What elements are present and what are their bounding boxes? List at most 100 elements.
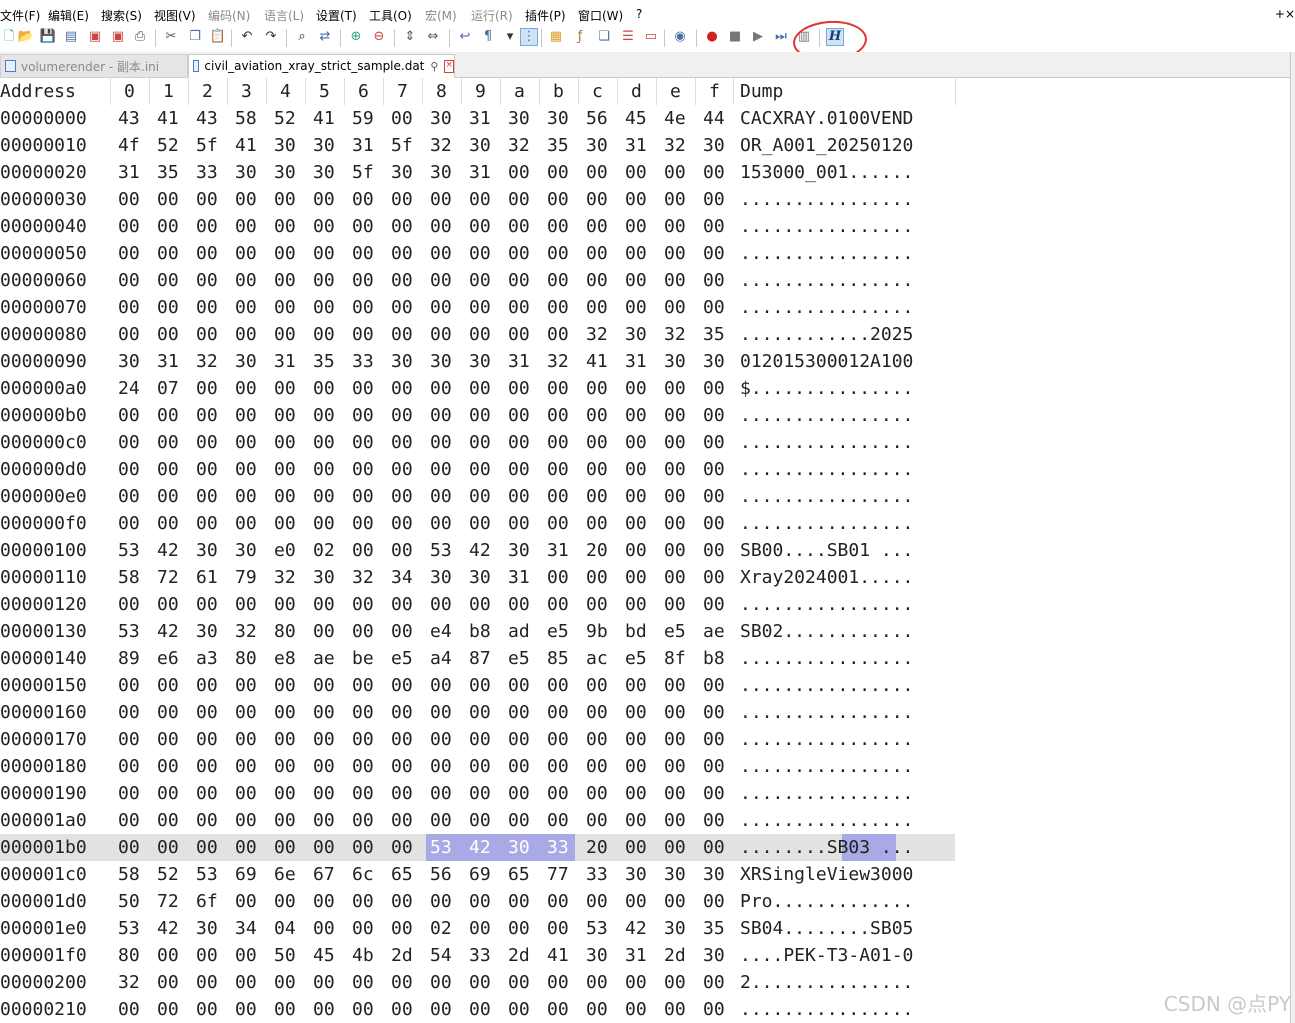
hex-byte[interactable]: 00 [664,675,686,697]
hex-byte[interactable]: 00 [118,999,140,1021]
hex-byte[interactable]: 00 [430,405,452,427]
hex-byte[interactable]: 00 [508,459,530,481]
hex-byte[interactable]: 41 [313,108,335,130]
row-dump[interactable]: Pro............. [740,891,913,913]
hex-byte[interactable]: 00 [391,891,413,913]
hex-byte[interactable]: 00 [352,432,374,454]
hex-byte[interactable]: 00 [352,783,374,805]
hex-byte[interactable]: 00 [157,594,179,616]
hex-byte[interactable]: 00 [586,486,608,508]
hex-byte[interactable]: 00 [235,675,257,697]
hex-byte[interactable]: 4b [352,945,374,967]
hex-byte[interactable]: 00 [703,297,725,319]
hex-byte[interactable]: 00 [547,378,569,400]
hex-byte[interactable]: 00 [235,189,257,211]
hex-byte[interactable]: 00 [313,837,335,859]
hex-byte[interactable]: 00 [664,999,686,1021]
hex-byte[interactable]: e5 [391,648,413,670]
hex-byte[interactable]: 00 [547,243,569,265]
hex-byte[interactable]: 00 [196,297,218,319]
hex-row[interactable]: 00000060 00 00 00 00 00 00 00 00 00 00 00 00 00 00 00 00… [0,267,955,294]
hex-byte[interactable]: 00 [352,756,374,778]
hex-byte[interactable]: 00 [703,162,725,184]
copy-button[interactable]: ❐ [186,28,204,46]
find-button[interactable]: ⌕ [293,28,311,46]
doc-map-button[interactable]: ▦ [547,28,565,46]
hex-byte[interactable]: 24 [118,378,140,400]
hex-byte[interactable]: 00 [274,702,296,724]
hex-row[interactable]: 00000010 4f 52 5f 41 30 30 31 5f 32 30 32 35 30 31 32 30… [0,132,955,159]
row-dump[interactable]: SB00....SB01 ... [740,540,913,562]
hex-byte[interactable]: 00 [235,756,257,778]
hex-byte[interactable]: 00 [469,297,491,319]
hex-byte[interactable]: 00 [703,459,725,481]
hex-byte[interactable]: 00 [157,270,179,292]
hex-byte[interactable]: 00 [352,918,374,940]
hex-byte[interactable]: 00 [625,729,647,751]
hex-byte[interactable]: 00 [157,837,179,859]
hex-byte[interactable]: 00 [430,702,452,724]
hex-byte[interactable]: 50 [118,891,140,913]
hex-byte[interactable]: 00 [313,999,335,1021]
hex-row[interactable]: 000001b0 00 00 00 00 00 00 00 00 53 42 30 33 20 00 00 00… [0,834,955,861]
row-dump[interactable]: ................ [740,486,913,508]
menu-item[interactable]: 语言(L) [264,7,304,24]
hex-byte[interactable]: 77 [547,864,569,886]
hex-byte[interactable]: 00 [547,594,569,616]
close-button[interactable]: ▣ [86,28,104,46]
menu-item[interactable]: ? [636,7,642,21]
save-all-button[interactable]: ▤ [62,28,80,46]
hex-byte[interactable]: 00 [196,702,218,724]
hex-byte[interactable]: 30 [430,567,452,589]
hex-byte[interactable]: 00 [508,999,530,1021]
hex-byte[interactable]: 00 [352,243,374,265]
hex-byte[interactable]: 00 [430,891,452,913]
hex-byte[interactable]: 30 [196,540,218,562]
hex-byte[interactable]: a4 [430,648,452,670]
hex-byte[interactable]: 00 [625,891,647,913]
hex-byte[interactable]: 00 [625,972,647,994]
hex-byte[interactable]: 00 [157,729,179,751]
hex-byte[interactable]: 00 [235,243,257,265]
hex-byte[interactable]: 00 [664,459,686,481]
hex-byte[interactable]: 00 [274,513,296,535]
hex-byte[interactable]: 31 [625,135,647,157]
hex-byte[interactable]: 00 [664,891,686,913]
hex-byte[interactable]: 00 [703,891,725,913]
hex-byte[interactable]: 00 [235,216,257,238]
open-file-button[interactable]: 📂 [17,28,35,46]
hex-byte[interactable]: 00 [703,999,725,1021]
hex-byte[interactable]: 6f [196,891,218,913]
hex-byte[interactable]: 00 [352,405,374,427]
hex-byte[interactable]: 00 [274,999,296,1021]
hex-byte[interactable]: 00 [235,432,257,454]
hex-byte[interactable]: 00 [235,999,257,1021]
hex-byte[interactable]: 00 [469,459,491,481]
hex-byte[interactable]: 20 [586,540,608,562]
hex-byte[interactable]: 30 [313,567,335,589]
hex-byte[interactable]: 00 [508,270,530,292]
hex-byte[interactable]: 00 [352,486,374,508]
hex-byte[interactable]: 00 [196,486,218,508]
hex-byte[interactable]: 00 [469,594,491,616]
hex-byte[interactable]: 00 [391,810,413,832]
hex-byte[interactable]: 00 [586,810,608,832]
row-dump[interactable]: OR_A001_20250120 [740,135,913,157]
hex-byte[interactable]: 00 [625,783,647,805]
row-dump[interactable]: $............... [740,378,913,400]
hex-byte[interactable]: 85 [547,648,569,670]
hex-byte[interactable]: 00 [625,810,647,832]
hex-byte[interactable]: 00 [469,972,491,994]
hex-byte[interactable]: 00 [547,162,569,184]
hex-byte[interactable]: 52 [274,108,296,130]
hex-byte[interactable]: 00 [118,297,140,319]
hex-byte[interactable]: 00 [703,756,725,778]
hex-byte[interactable]: 00 [157,513,179,535]
hex-byte[interactable]: 35 [547,135,569,157]
hex-byte[interactable]: 00 [313,513,335,535]
hex-byte[interactable]: 00 [664,756,686,778]
hex-byte[interactable]: 30 [508,540,530,562]
doc-list-button[interactable]: ☰ [619,28,637,46]
monitoring-button[interactable]: ▭ [642,28,660,46]
hex-byte[interactable]: 32 [508,135,530,157]
